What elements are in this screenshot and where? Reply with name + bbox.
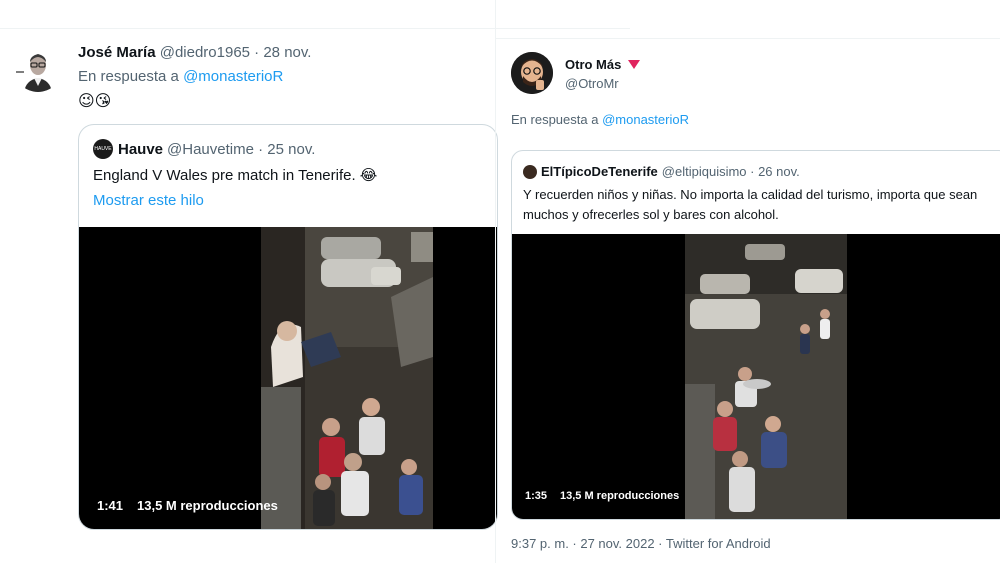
avatar-jose-maria[interactable]	[14, 44, 62, 92]
quoted-author-meta[interactable]: @eltipiquisimo · 26 nov.	[662, 164, 800, 179]
reply-prefix: En respuesta a	[511, 112, 599, 127]
quoted-author-name[interactable]: ElTípicoDeTenerife	[541, 164, 658, 179]
left-tweet: José María @diedro1965 · 28 nov. En resp…	[0, 0, 630, 563]
reply-handle-link[interactable]: @monasterioR	[602, 112, 689, 127]
reply-prefix: En respuesta a	[78, 68, 179, 85]
video-player[interactable]: 1:35 13,5 M reproducciones	[512, 234, 1000, 519]
video-duration: 1:41	[97, 498, 124, 513]
author-meta[interactable]: @diedro1965 · 28 nov.	[160, 44, 312, 61]
video-duration: 1:35	[525, 490, 548, 502]
video-player[interactable]: 1:41 13,5 M reproducciones	[79, 227, 497, 529]
divider	[496, 38, 1000, 39]
quoted-author-meta[interactable]: @Hauvetime · 25 nov.	[167, 141, 315, 158]
quoted-header: ElTípicoDeTenerife @eltipiquisimo · 26 n…	[523, 164, 800, 179]
tweet-body: 😉😘	[78, 93, 112, 110]
hauve-avatar[interactable]: HAUVE	[93, 139, 113, 159]
video-views: 13,5 M reproducciones	[137, 498, 278, 513]
red-down-triangle-icon	[628, 60, 641, 69]
author-name-row: Otro Más	[565, 57, 641, 72]
hauve-logo: HAUVE	[94, 146, 112, 152]
tweet-timestamp[interactable]: 9:37 p. m. · 27 nov. 2022 · Twitter for …	[511, 536, 771, 551]
quoted-text: Y recuerden niños y niñas. No importa la…	[523, 187, 978, 222]
video-frame	[261, 227, 433, 529]
reply-context: En respuesta a @monasterioR	[511, 112, 689, 127]
quoted-tweet[interactable]: HAUVE Hauve @Hauvetime · 25 nov. England…	[78, 124, 498, 530]
show-thread-link[interactable]: Mostrar este hilo	[93, 192, 204, 209]
quoted-text: England V Wales pre match in Tenerife. 😂	[93, 167, 378, 184]
reply-handle-link[interactable]: @monasterioR	[183, 68, 283, 85]
quoted-header: HAUVE Hauve @Hauvetime · 25 nov.	[93, 139, 315, 159]
right-tweet: Otro Más @OtroMr En respuesta a @monaste…	[495, 0, 1000, 563]
video-views: 13,5 M reproducciones	[560, 490, 680, 502]
reply-context: En respuesta a @monasterioR	[78, 68, 283, 85]
memoji-avatar[interactable]	[511, 52, 553, 94]
quoted-author-name[interactable]: Hauve	[118, 141, 163, 158]
tweet-header: José María @diedro1965 · 28 nov.	[78, 44, 311, 61]
quoted-avatar[interactable]	[523, 164, 537, 179]
author-name[interactable]: Otro Más	[565, 57, 621, 72]
author-name[interactable]: José María	[78, 44, 156, 61]
video-frame	[685, 234, 847, 519]
author-handle[interactable]: @OtroMr	[565, 76, 619, 91]
quoted-tweet[interactable]: ElTípicoDeTenerife @eltipiquisimo · 26 n…	[511, 150, 1000, 520]
